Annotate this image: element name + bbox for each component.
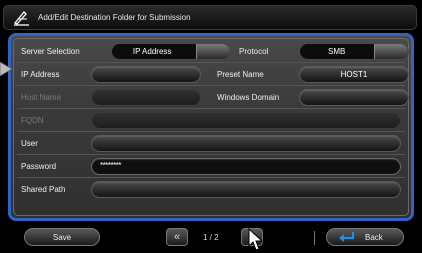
row-server-selection: Server Selection IP Address Protocol SMB — [17, 41, 409, 63]
ip-address-field[interactable] — [91, 66, 201, 83]
windows-domain-field[interactable] — [299, 89, 409, 106]
save-button[interactable]: Save — [24, 228, 100, 246]
page-indicator: 1 / 2 — [203, 233, 219, 242]
title-bar: Add/Edit Destination Folder for Submissi… — [3, 5, 417, 30]
user-label: User — [21, 139, 38, 148]
ip-address-label: IP Address — [21, 70, 60, 79]
password-label: Password — [21, 162, 57, 171]
form-panel: Server Selection IP Address Protocol SMB… — [8, 33, 414, 221]
protocol-label: Protocol — [239, 47, 269, 56]
row-fqdn: FQDN — [17, 110, 405, 132]
folder-edit-icon — [12, 10, 32, 26]
back-arrow-icon — [337, 231, 355, 243]
row-user: User — [17, 133, 405, 155]
prev-page-icon: « — [173, 231, 181, 243]
server-selection-label: Server Selection — [21, 47, 80, 56]
preset-name-field[interactable]: HOST1 — [299, 66, 409, 83]
protocol-dropdown-button[interactable] — [374, 44, 408, 59]
row-shared-path: Shared Path — [17, 179, 405, 201]
protocol-value: SMB — [328, 47, 346, 56]
cursor-pointer-icon — [246, 227, 266, 253]
side-arrow-icon — [0, 60, 14, 78]
password-field[interactable]: ******** — [91, 158, 401, 175]
shared-path-label: Shared Path — [21, 185, 66, 194]
back-button-label: Back — [365, 232, 383, 242]
prev-page-button[interactable]: « — [166, 228, 188, 246]
preset-name-value: HOST1 — [340, 70, 368, 79]
fqdn-field — [91, 112, 401, 129]
password-value: ******** — [100, 161, 121, 170]
host-name-field — [91, 89, 201, 106]
page-title: Add/Edit Destination Folder for Submissi… — [38, 13, 191, 22]
row-ip-address: IP Address Preset Name HOST1 — [17, 64, 409, 86]
fqdn-label: FQDN — [21, 116, 44, 125]
bottom-bar: Save « 1 / 2 » Back — [0, 225, 422, 253]
footer-separator — [314, 231, 315, 245]
row-host-name: Host Name Windows Domain — [17, 87, 409, 109]
shared-path-field[interactable] — [91, 181, 401, 198]
host-name-label: Host Name — [21, 93, 62, 102]
server-selection-value: IP Address — [132, 47, 172, 56]
preset-name-label: Preset Name — [217, 70, 264, 79]
row-password: Password ******** — [17, 156, 405, 178]
windows-domain-label: Windows Domain — [217, 93, 280, 102]
form-panel-inner: Server Selection IP Address Protocol SMB… — [13, 38, 409, 216]
server-selection-dropdown-button[interactable] — [196, 44, 230, 59]
server-selection-dropdown[interactable]: IP Address — [111, 43, 231, 60]
back-button[interactable]: Back — [326, 228, 404, 246]
protocol-dropdown[interactable]: SMB — [299, 43, 409, 60]
user-field[interactable] — [91, 135, 401, 152]
